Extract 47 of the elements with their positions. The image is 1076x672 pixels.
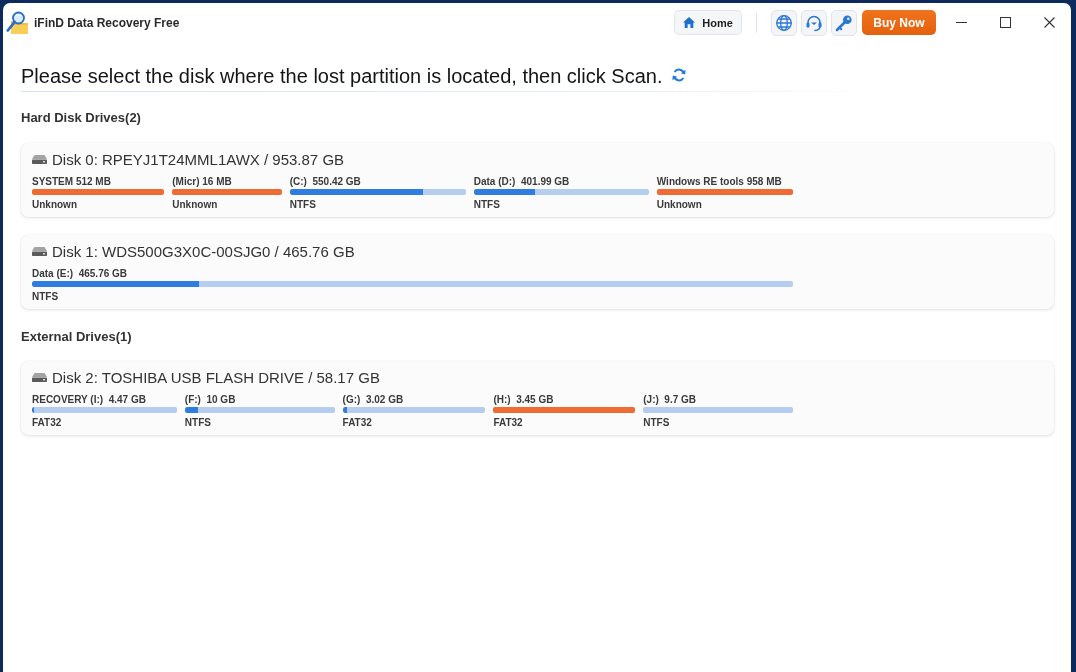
filesystem-label: NTFS — [32, 291, 59, 303]
partition-label: Data (E:) 465.76 GB — [32, 268, 128, 280]
partition-label: RECOVERY (I:) 4.47 GB — [32, 394, 146, 406]
partition-label: (G:) 3.02 GB — [342, 394, 404, 406]
section-title: Hard Disk Drives(2) — [21, 109, 141, 127]
filesystem-label: Unknown — [32, 199, 77, 211]
globe-icon — [775, 13, 793, 32]
partition-label: Windows RE tools 958 MB — [656, 176, 782, 188]
key-icon — [835, 13, 853, 32]
disk-card[interactable]: Disk 1: WDS500G3X0C-00SJG0 / 465.76 GB Data (E:) 465.76 GB NTFS — [21, 235, 1054, 309]
partition-label: (J:) 9.7 GB — [643, 394, 697, 406]
partition-label: (F:) 10 GB — [184, 394, 236, 406]
key-button[interactable] — [831, 9, 857, 36]
disk-title: Disk 2: TOSHIBA USB FLASH DRIVE / 58.17 GB — [52, 369, 380, 387]
partition-label: SYSTEM 512 MB — [32, 176, 111, 188]
disk-card[interactable]: Disk 0: RPEYJ1T24MML1AWX / 953.87 GB SYSTEM 512 MB Unknown (Micr) 16 MB Unknown (C:) 550.42 GB NTFS Data (D:) 401.99 GB NTFS Windows RE tools 958 MB Unknown — [21, 143, 1054, 217]
partition-label: (C:) 550.42 GB — [289, 176, 361, 188]
filesystem-label: Unknown — [172, 199, 218, 211]
filesystem-label: NTFS — [184, 417, 211, 429]
globe-button[interactable] — [771, 9, 797, 36]
close-icon — [1043, 17, 1055, 28]
hard-drive-icon — [32, 246, 47, 256]
refresh-icon[interactable] — [672, 67, 687, 82]
disk-title: Disk 0: RPEYJ1T24MML1AWX / 953.87 GB — [52, 151, 345, 169]
filesystem-label: Unknown — [656, 199, 702, 211]
instruction-text: Please select the disk where the lost partition is located, then click Scan. — [21, 64, 663, 88]
house-icon — [683, 17, 696, 28]
partition-label: Data (D:) 401.99 GB — [473, 176, 570, 188]
hard-drive-icon — [32, 154, 47, 164]
headset-icon — [805, 13, 823, 32]
window-title: iFinD Data Recovery Free — [34, 15, 180, 30]
disk-title: Disk 1: WDS500G3X0C-00SJG0 / 465.76 GB — [52, 243, 355, 261]
filesystem-label: NTFS — [289, 199, 316, 211]
home-button[interactable]: Home — [674, 10, 742, 35]
filesystem-label: NTFS — [643, 417, 670, 429]
filesystem-label: FAT32 — [342, 417, 372, 429]
filesystem-label: NTFS — [473, 199, 500, 211]
hard-drive-icon — [32, 372, 47, 382]
folder-magnifier-icon — [6, 10, 28, 35]
headset-button[interactable] — [801, 9, 827, 36]
partition-label: (Micr) 16 MB — [172, 176, 232, 188]
filesystem-label: FAT32 — [493, 417, 523, 429]
maximize-icon — [999, 17, 1011, 28]
filesystem-label: FAT32 — [32, 417, 62, 429]
partition-label: (H:) 3.45 GB — [493, 394, 554, 406]
disk-card[interactable]: Disk 2: TOSHIBA USB FLASH DRIVE / 58.17 GB RECOVERY (I:) 4.47 GB FAT32 (F:) 10 GB NTFS (G:) 3.02 GB FAT32 (H:) 3.45 GB FAT32 (J:) 9.7 GB NTFS — [21, 361, 1054, 435]
section-title: External Drives(1) — [21, 328, 132, 346]
